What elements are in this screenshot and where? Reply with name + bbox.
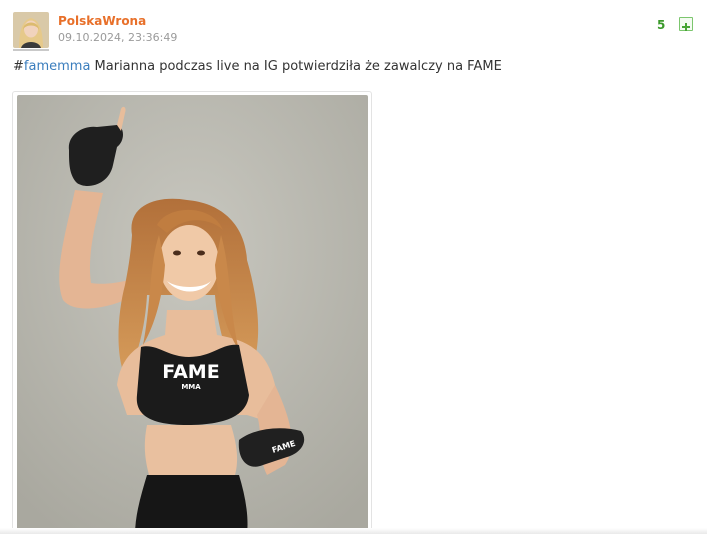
avatar-underline	[13, 49, 49, 51]
avatar-image	[13, 12, 49, 48]
tag-link[interactable]: famemma	[24, 59, 91, 74]
plus-vote-button[interactable]	[679, 17, 693, 31]
author-name[interactable]: PolskaWrona	[58, 14, 146, 28]
shirt-subtext: MMA	[181, 383, 201, 391]
entry-photo[interactable]: FAME MMA FAME	[17, 95, 368, 534]
entry-content: #famemma Marianna podczas live na IG pot…	[13, 59, 502, 74]
entry: PolskaWrona 09.10.2024, 23:36:49 5 #fame…	[0, 0, 707, 534]
avatar[interactable]	[13, 12, 49, 48]
hash-symbol: #	[13, 59, 24, 74]
shirt-text: FAME	[162, 361, 219, 383]
plus-icon	[682, 23, 690, 31]
vote-count: 5	[657, 18, 666, 32]
bottom-scroll-edge	[0, 528, 707, 534]
entry-date[interactable]: 09.10.2024, 23:36:49	[58, 31, 177, 44]
photo-illustration: FAME MMA FAME	[17, 95, 368, 534]
entry-text: Marianna podczas live na IG potwierdziła…	[90, 59, 502, 74]
